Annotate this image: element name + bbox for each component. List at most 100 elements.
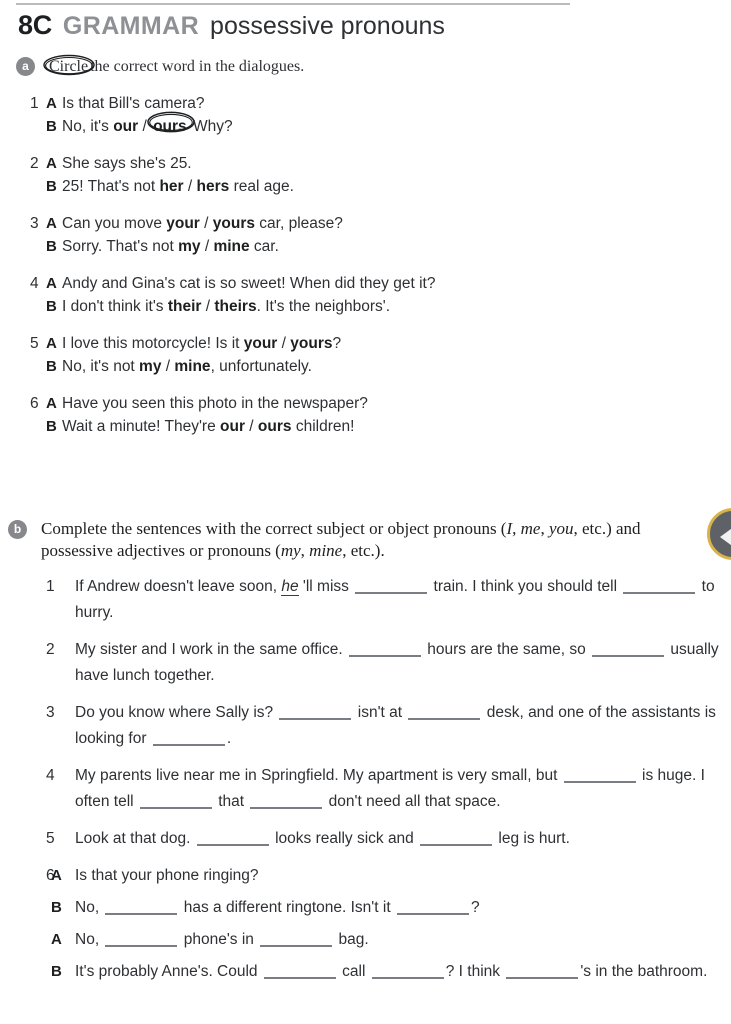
answer-option[interactable]: our	[220, 418, 245, 435]
exercise-b-item: 4 My parents live near me in Springfield.…	[0, 763, 731, 815]
sentence-text: It's probably Anne's. Could	[75, 963, 262, 980]
dialogue-line: B No, has a different ringtone. Isn't it …	[51, 895, 731, 921]
item-number: 1	[46, 578, 55, 595]
dialogue-speaker: B	[46, 418, 57, 435]
exercise-b-item: 2 My sister and I work in the same office…	[0, 637, 731, 689]
sentence-text: looks really sick and	[270, 830, 419, 847]
dialogue-line: A No, phone's in bag.	[51, 927, 731, 953]
item-number: 2	[46, 641, 55, 658]
instruction-example-word: my	[280, 541, 301, 560]
dialogue-text: Sorry. That's not	[62, 238, 179, 255]
dialogue-text: Why?	[188, 118, 233, 135]
answer-option[interactable]: her	[159, 178, 183, 195]
dialogue-line: B No, it's our / ours Why?	[0, 111, 731, 138]
answer-blank[interactable]	[371, 977, 444, 979]
sentence-text: Is that your phone ringing?	[75, 867, 259, 884]
circled-answer-option[interactable]: ours	[147, 111, 195, 138]
sentence-text: Do you know where Sally is?	[75, 704, 278, 721]
dialogue-group: 6 A Have you seen this photo in the newspa…	[0, 392, 731, 438]
answer-blank[interactable]	[263, 977, 336, 979]
sentence-text: that	[213, 793, 249, 810]
exercise-a-instruction-rest: the correct word in the dialogues.	[90, 57, 305, 75]
answer-blank[interactable]	[506, 977, 579, 979]
sentence-text: My parents live near me in Springfield. …	[75, 767, 562, 784]
instruction-text: ,	[512, 519, 521, 538]
audio-track-badge[interactable]	[707, 508, 731, 560]
dialogue-speaker: A	[51, 867, 62, 884]
section-label: GRAMMAR	[62, 12, 200, 40]
dialogue-text: /	[161, 358, 175, 375]
exercise-b-dialogue-item: 6 A Is that your phone ringing? B No, has a …	[0, 863, 731, 985]
sentence-text: .	[226, 730, 232, 747]
dialogue-text: /	[200, 238, 214, 255]
answer-blank[interactable]	[592, 655, 665, 657]
answer-blank[interactable]	[420, 844, 493, 846]
dialogue-line: B Sorry. That's not my / mine car.	[0, 235, 731, 258]
dialogue-text: car, please?	[254, 215, 343, 232]
answer-option[interactable]: my	[139, 358, 161, 375]
dialogue-line: B No, it's not my / mine, unfortunately.	[0, 355, 731, 378]
answer-option[interactable]: mine	[213, 238, 249, 255]
answer-option[interactable]: mine	[174, 358, 210, 375]
dialogue-speaker: B	[46, 118, 57, 135]
answer-blank[interactable]	[105, 945, 178, 947]
sentence-text: leg is hurt.	[494, 830, 570, 847]
instruction-text: Complete the sentences with the correct …	[41, 519, 507, 538]
answer-option[interactable]: yours	[290, 335, 332, 352]
answer-blank[interactable]	[105, 913, 178, 915]
sentence-text: 'll miss	[298, 578, 354, 595]
answer-blank[interactable]	[623, 592, 696, 594]
dialogue-group: 2 A She says she's 25. B 25! That's not her …	[0, 152, 731, 198]
answer-option[interactable]: your	[244, 335, 278, 352]
answer-blank[interactable]	[396, 913, 469, 915]
dialogue-group: 1 A Is that Bill's camera? B No, it's our / …	[0, 92, 731, 138]
dialogue-speaker: A	[46, 95, 57, 112]
answer-blank[interactable]	[196, 844, 269, 846]
answer-option[interactable]: your	[166, 215, 200, 232]
dialogue-speaker: A	[46, 335, 57, 352]
sentence-text: call	[337, 963, 370, 980]
answer-blank[interactable]	[279, 718, 352, 720]
answer-blank[interactable]	[152, 744, 225, 746]
answer-blank[interactable]	[563, 781, 636, 783]
dialogue-line: 5A I love this motorcycle! Is it your / y…	[0, 332, 731, 355]
dialogue-group: 4 A Andy and Gina's cat is so sweet! When …	[0, 272, 731, 318]
answer-option[interactable]: ours	[258, 418, 292, 435]
answer-blank[interactable]	[355, 592, 428, 594]
dialogue-speaker: B	[46, 178, 57, 195]
answer-option[interactable]: my	[178, 238, 200, 255]
dialogue-speaker: A	[46, 275, 57, 292]
dialogue-line: B Wait a minute! They're our / ours child…	[0, 415, 731, 438]
answer-option[interactable]: our	[113, 118, 138, 135]
dialogue-text: children!	[291, 418, 355, 435]
answer-blank[interactable]	[250, 807, 323, 809]
answer-option-text: ours	[153, 118, 187, 135]
answer-option[interactable]: yours	[213, 215, 255, 232]
dialogue-speaker: A	[51, 931, 62, 948]
sentence-text: Look at that dog.	[75, 830, 195, 847]
answer-blank[interactable]	[260, 945, 333, 947]
dialogue-line: A Is that your phone ringing?	[51, 863, 731, 889]
answer-blank[interactable]	[348, 655, 421, 657]
answer-option[interactable]: their	[168, 298, 202, 315]
dialogue-line: 1 A Is that Bill's camera?	[0, 92, 731, 115]
item-number: 5	[46, 830, 55, 847]
dialogue-number: 1	[30, 95, 39, 112]
instruction-example-word: mine	[309, 541, 343, 560]
answer-blank[interactable]	[139, 807, 212, 809]
dialogue-text: I don't think it's	[62, 298, 168, 315]
dialogue-text: /	[199, 215, 213, 232]
dialogue-text: Have you seen this photo in the newspape…	[62, 395, 368, 412]
dialogue-text: She says she's 25.	[62, 155, 192, 172]
sentence-text: bag.	[334, 931, 369, 948]
answer-option[interactable]: theirs	[214, 298, 256, 315]
dialogue-group: 5A I love this motorcycle! Is it your / y…	[0, 332, 731, 378]
answer-option[interactable]: hers	[197, 178, 230, 195]
exercise-a-badge: a	[16, 57, 35, 76]
sentence-text: ?	[470, 899, 480, 916]
answer-blank[interactable]	[408, 718, 481, 720]
dialogue-text: No, it's not	[62, 358, 140, 375]
item-number: 4	[46, 767, 55, 784]
dialogue-text: /	[277, 335, 291, 352]
dialogue-line: 3 A Can you move your / yours car, please?	[0, 212, 731, 235]
